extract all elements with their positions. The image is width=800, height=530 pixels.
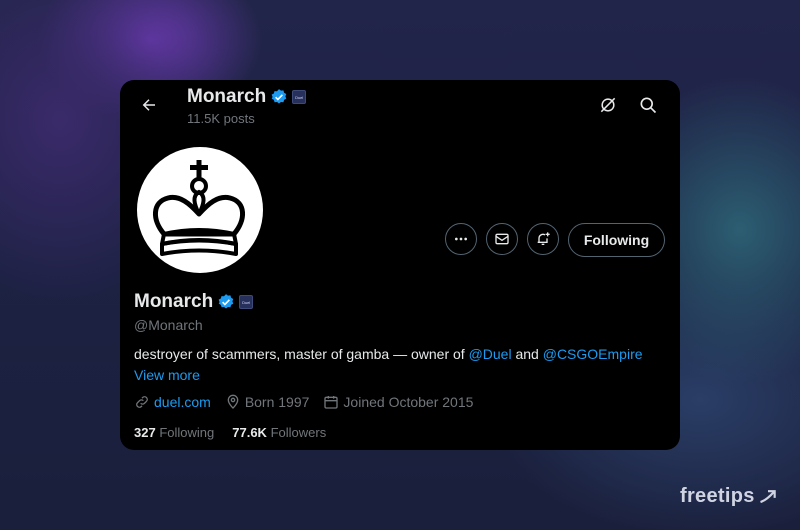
- followers-label: Followers: [270, 425, 327, 440]
- watermark-text: freetips: [680, 485, 755, 507]
- birth-item: Born 1997: [225, 394, 310, 410]
- header-title: Monarch Duel: [187, 86, 307, 108]
- born-text: Born 1997: [244, 394, 310, 410]
- profile-name: Monarch: [134, 291, 214, 312]
- more-button[interactable]: [445, 223, 477, 255]
- message-button[interactable]: [486, 223, 518, 255]
- bio-and: and: [511, 346, 543, 362]
- following-count: 327: [134, 425, 156, 440]
- profile-handle: @Monarch: [134, 317, 203, 333]
- back-button[interactable]: [134, 90, 164, 120]
- calendar-icon: [324, 396, 339, 409]
- mail-icon: [495, 233, 509, 245]
- search-icon: [640, 97, 657, 114]
- followers-count: 77.6K: [232, 425, 267, 440]
- joined-text: Joined October 2015: [343, 394, 474, 410]
- following-stat[interactable]: 327 Following: [134, 425, 214, 440]
- view-more-link[interactable]: View more: [134, 367, 200, 383]
- following-button[interactable]: Following: [568, 223, 665, 257]
- profile-bio: destroyer of scammers, master of gamba —…: [134, 346, 643, 362]
- post-count: 11.5K posts: [187, 111, 255, 126]
- following-label: Following: [159, 425, 215, 440]
- profile-meta: duel.com Born 1997 Joined October 2015: [134, 394, 487, 410]
- notifications-button[interactable]: [527, 223, 559, 255]
- mention-duel[interactable]: @Duel: [469, 346, 512, 362]
- more-icon: [455, 237, 467, 241]
- joined-item: Joined October 2015: [323, 394, 473, 410]
- website-link[interactable]: duel.com: [154, 394, 211, 410]
- arrow-left-icon: [142, 99, 155, 111]
- chess-king-icon: [153, 160, 245, 256]
- grok-button[interactable]: [594, 91, 622, 119]
- follow-stats: 327 Following 77.6K Followers: [134, 425, 326, 440]
- watermark: freetips: [680, 485, 779, 508]
- website-item: duel.com: [134, 394, 211, 410]
- arrow-up-right-icon: [759, 489, 776, 503]
- bell-plus-icon: [537, 232, 550, 245]
- search-button[interactable]: [634, 91, 662, 119]
- grok-icon: [600, 97, 616, 113]
- affiliate-badge[interactable]: Duel: [292, 90, 307, 104]
- verified-icon: [218, 294, 234, 309]
- bio-text: destroyer of scammers, master of gamba —…: [134, 346, 469, 362]
- verified-icon: [271, 89, 287, 104]
- profile-name-row: Monarch Duel: [134, 291, 254, 313]
- mention-csgoempire[interactable]: @CSGOEmpire: [543, 346, 643, 362]
- header-name: Monarch: [187, 86, 267, 107]
- profile-card: Monarch Duel 11.5K posts Following Monar…: [120, 80, 680, 450]
- location-pin-icon: [227, 394, 239, 409]
- affiliate-badge[interactable]: Duel: [239, 295, 254, 309]
- avatar[interactable]: [137, 147, 263, 273]
- link-icon: [136, 396, 148, 408]
- followers-stat[interactable]: 77.6K Followers: [232, 425, 326, 440]
